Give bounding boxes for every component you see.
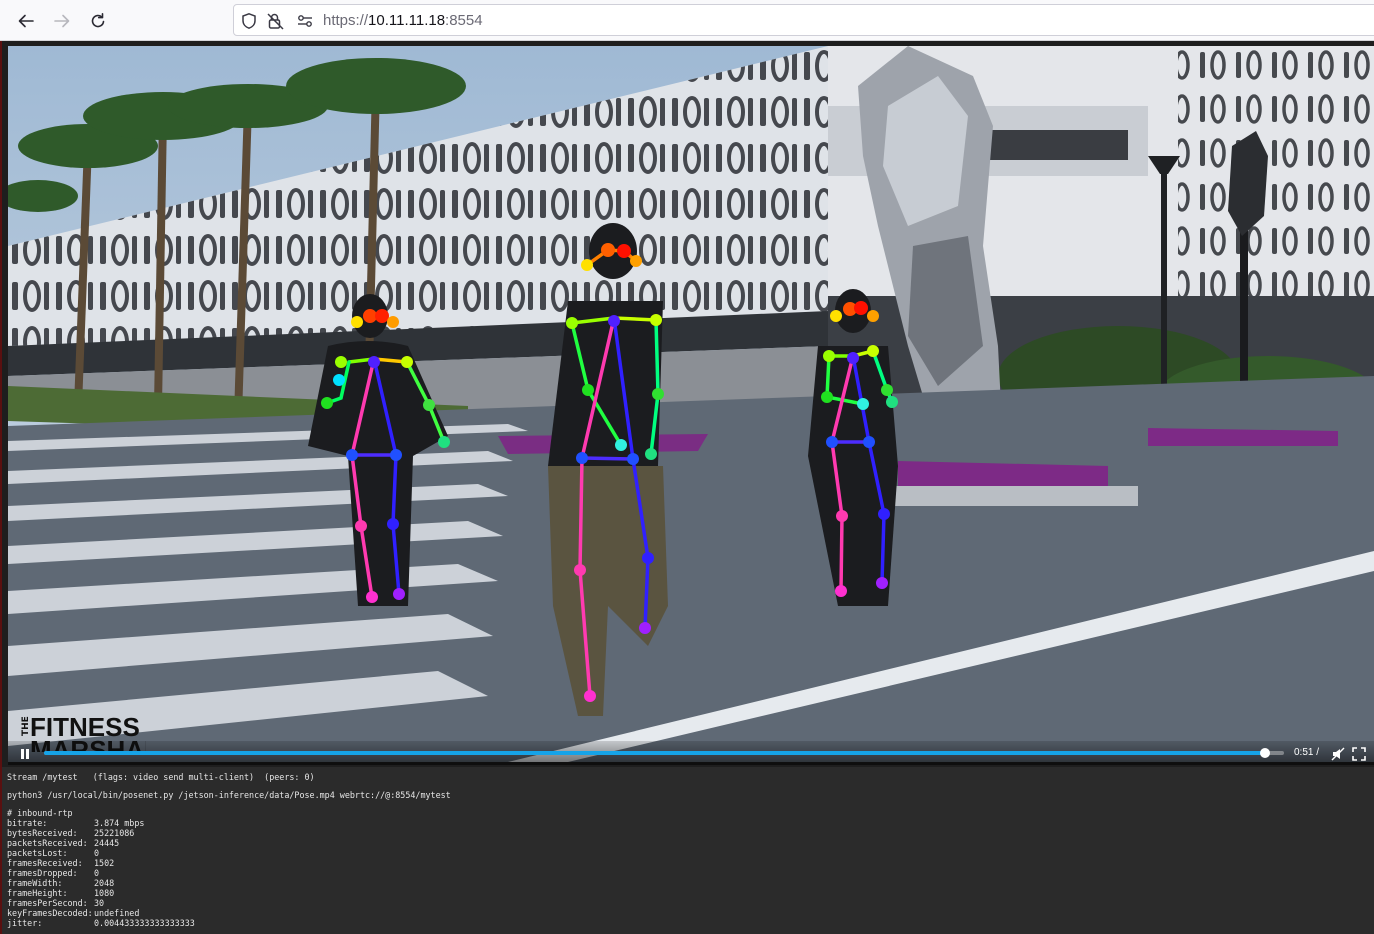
url-protocol: https:// [323, 12, 369, 29]
stat-row: frameWidth: 2048 [7, 878, 1367, 888]
lock-icon[interactable] [266, 12, 284, 30]
stat-key: frameWidth: [7, 878, 63, 888]
stat-key: jitter: [7, 918, 43, 928]
pose-video-scene [8, 46, 1374, 762]
stat-value: 1080 [94, 888, 115, 898]
seek-progress [44, 751, 1266, 755]
stat-value: 24445 [94, 838, 120, 848]
stat-key: framesReceived: [7, 858, 83, 868]
url-text[interactable]: https://10.11.11.18:8554 [323, 12, 483, 29]
seek-bar[interactable] [44, 748, 1284, 758]
stat-row: bitrate: 3.874 mbps [7, 818, 1367, 828]
stat-row: framesPerSecond: 30 [7, 898, 1367, 908]
reload-icon[interactable] [85, 8, 111, 34]
stat-key: frameHeight: [7, 888, 68, 898]
section-header: # inbound-rtp [7, 808, 73, 818]
back-arrow-icon[interactable] [13, 8, 39, 34]
fullscreen-icon[interactable] [1352, 746, 1366, 761]
forward-arrow-icon[interactable] [49, 8, 75, 34]
stat-value: undefined [94, 908, 140, 918]
video-controls: 0:51 / [8, 741, 1374, 765]
stat-value: 0 [94, 848, 100, 858]
stats-list: bitrate: 3.874 mbps bytesReceived: 25221086… [7, 818, 1367, 928]
command-line: python3 /usr/local/bin/posenet.py /jetso… [7, 790, 451, 800]
shield-icon[interactable] [240, 12, 258, 30]
stat-row: packetsReceived: 24445 [7, 838, 1367, 848]
mute-icon[interactable] [1331, 746, 1345, 761]
stat-value: 1502 [94, 858, 115, 868]
stat-value: 25221086 [94, 828, 135, 838]
stat-key: bytesReceived: [7, 828, 78, 838]
stat-key: framesDropped: [7, 868, 78, 878]
time-display: 0:51 / [1294, 747, 1320, 758]
stat-value: 2048 [94, 878, 115, 888]
stat-value: 0.004433333333333333 [94, 918, 195, 928]
console-output: Stream /mytest (flags: video send multi-… [7, 772, 1367, 928]
permissions-icon[interactable] [296, 12, 314, 30]
browser-toolbar: https://10.11.11.18:8554 [0, 0, 1374, 41]
stat-key: framesPerSecond: [7, 898, 88, 908]
seek-thumb[interactable] [1260, 748, 1271, 758]
stat-row: packetsLost: 0 [7, 848, 1367, 858]
stat-row: keyFramesDecoded: undefined [7, 908, 1367, 918]
stat-row: bytesReceived: 25221086 [7, 828, 1367, 838]
stat-row: jitter: 0.004433333333333333 [7, 918, 1367, 928]
stat-key: bitrate: [7, 818, 48, 828]
stream-info-line: Stream /mytest (flags: video send multi-… [7, 772, 315, 782]
address-bar[interactable]: https://10.11.11.18:8554 [233, 4, 1374, 36]
pause-icon[interactable] [18, 746, 32, 760]
stat-key: packetsReceived: [7, 838, 88, 848]
stat-row: frameHeight: 1080 [7, 888, 1367, 898]
stat-value: 30 [94, 898, 105, 908]
stat-value: 0 [94, 868, 100, 878]
stat-key: keyFramesDecoded: [7, 908, 93, 918]
stat-row: framesDropped: 0 [7, 868, 1367, 878]
url-host: 10.11.11.18 [368, 12, 446, 29]
stat-key: packetsLost: [7, 848, 68, 858]
url-port: :8554 [445, 12, 483, 29]
video-frame[interactable]: THE FITNESS MARSHALL [8, 46, 1374, 762]
video-player: THE FITNESS MARSHALL 0:51 / [2, 41, 1374, 767]
stat-value: 3.874 mbps [94, 818, 145, 828]
stat-row: framesReceived: 1502 [7, 858, 1367, 868]
